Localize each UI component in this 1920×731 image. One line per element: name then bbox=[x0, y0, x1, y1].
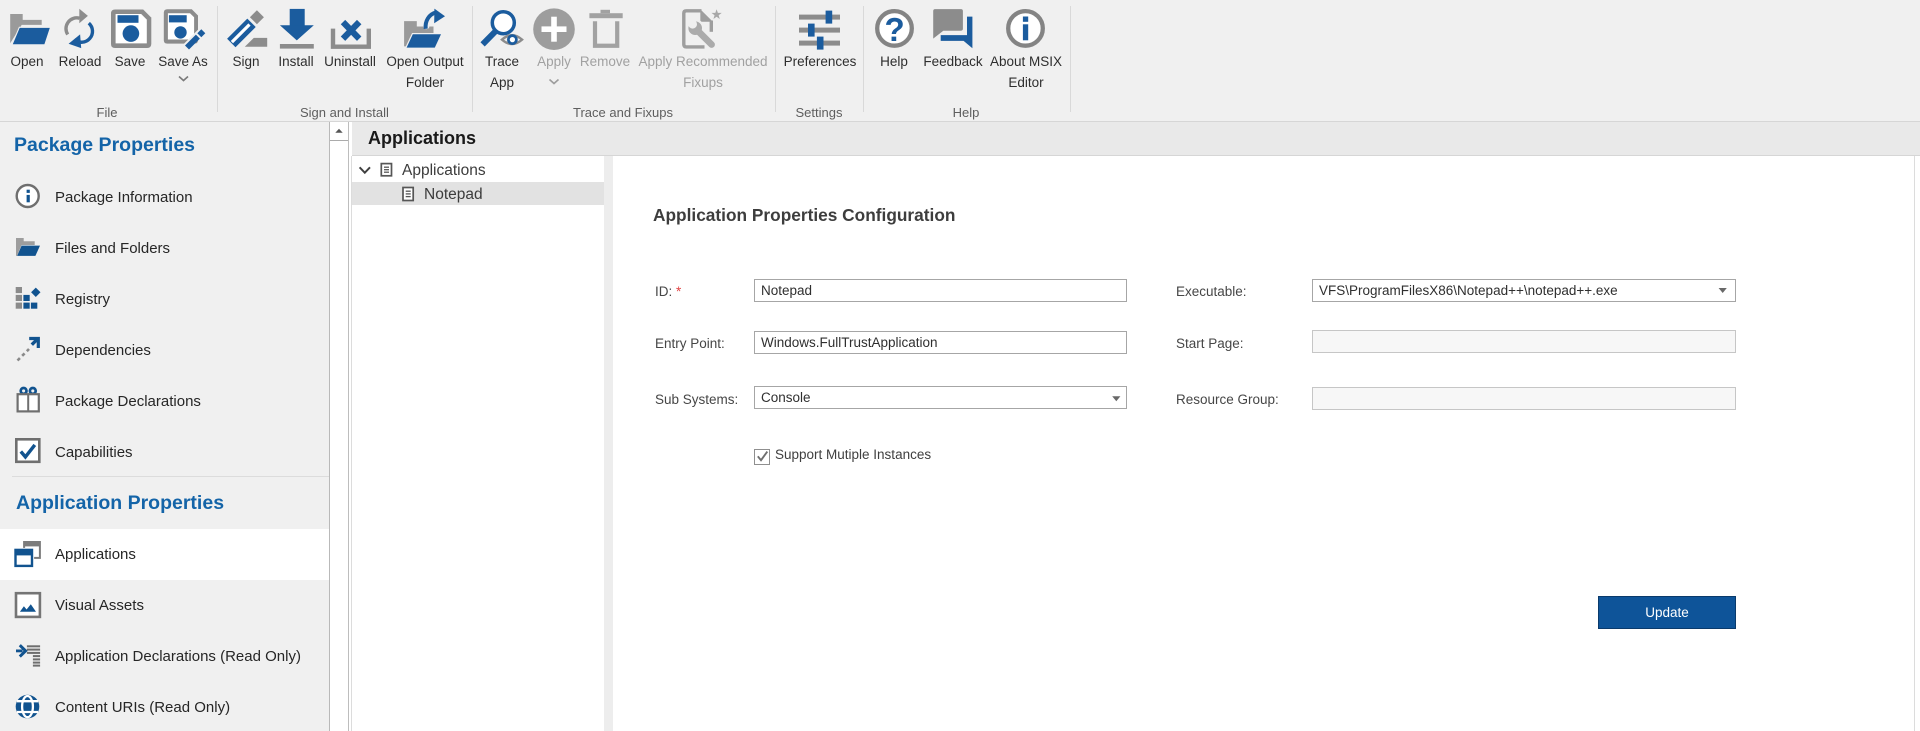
svg-text:?: ? bbox=[885, 11, 905, 48]
